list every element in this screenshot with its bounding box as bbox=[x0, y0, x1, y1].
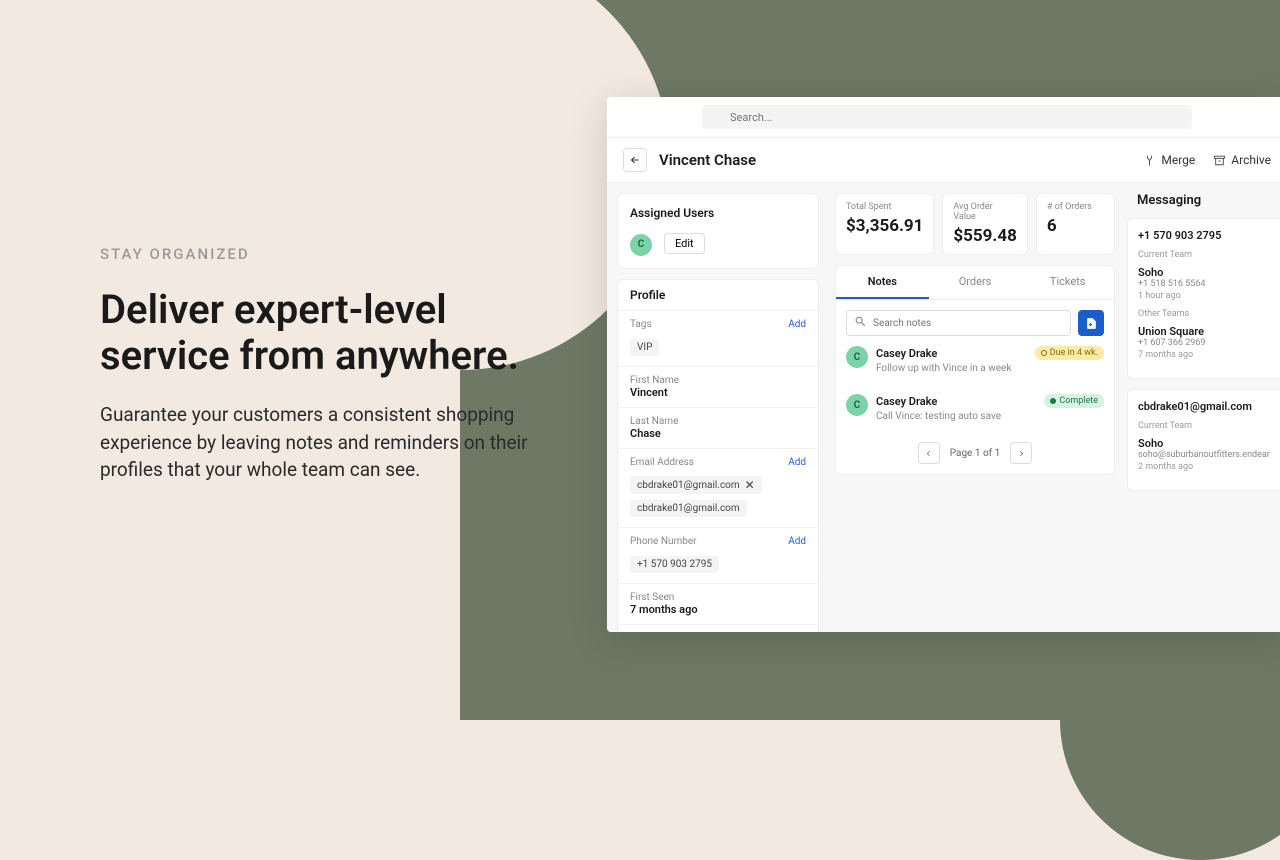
status-badge: Due in 4 wk. bbox=[1035, 346, 1104, 360]
eyebrow: STAY ORGANIZED bbox=[100, 245, 560, 263]
note-avatar: C bbox=[846, 346, 868, 368]
last-name-label: Last Name bbox=[630, 416, 806, 427]
archive-button[interactable]: Archive bbox=[1213, 153, 1271, 167]
phone-label: Phone Number bbox=[630, 536, 697, 547]
note-author: Casey Drake bbox=[876, 395, 937, 408]
stat-orders: # of Orders 6 bbox=[1036, 193, 1115, 255]
notes-search-input[interactable] bbox=[846, 310, 1071, 336]
messaging-email: cbdrake01@gmail.com bbox=[1138, 400, 1276, 413]
note-item[interactable]: C Casey Drake Due in 4 wk. Follow up wit… bbox=[836, 336, 1114, 384]
add-tag-link[interactable]: Add bbox=[788, 319, 806, 330]
note-author: Casey Drake bbox=[876, 347, 937, 360]
headline: Deliver expert-level service from anywhe… bbox=[100, 287, 560, 379]
messaging-phone-card: +1 570 903 2795 Current Team Soho +1 518… bbox=[1127, 218, 1280, 379]
subcopy: Guarantee your customers a consistent sh… bbox=[100, 401, 560, 484]
messaging-phone: +1 570 903 2795 bbox=[1138, 229, 1276, 242]
first-seen-value: 7 months ago bbox=[630, 603, 806, 616]
first-name-value: Vincent bbox=[630, 386, 806, 399]
first-name-label: First Name bbox=[630, 375, 806, 386]
add-email-link[interactable]: Add bbox=[788, 457, 806, 468]
stat-aov: Avg Order Value $559.48 bbox=[942, 193, 1027, 255]
note-text: Call Vince: testing auto save bbox=[876, 411, 1104, 422]
edit-assigned-button[interactable]: Edit bbox=[664, 233, 705, 254]
messaging-email-card: cbdrake01@gmail.com Current Team Soho so… bbox=[1127, 389, 1280, 491]
note-avatar: C bbox=[846, 394, 868, 416]
add-phone-link[interactable]: Add bbox=[788, 536, 806, 547]
app-window: Vincent Chase Merge Archive Assigned Use… bbox=[607, 97, 1280, 632]
assigned-user-avatar[interactable]: C bbox=[630, 234, 652, 256]
current-team-label: Current Team bbox=[1138, 421, 1276, 431]
email-label: Email Address bbox=[630, 457, 694, 468]
team-item[interactable]: Soho soho@suburbanoutfitters.endear 2 mo… bbox=[1138, 437, 1276, 472]
back-button[interactable] bbox=[623, 148, 647, 172]
assigned-users-title: Assigned Users bbox=[630, 206, 806, 220]
first-seen-label: First Seen bbox=[630, 592, 806, 603]
other-teams-label: Other Teams bbox=[1138, 309, 1276, 319]
profile-card: Profile Tags Add VIP First Name Vincent … bbox=[617, 279, 819, 633]
last-name-value: Chase bbox=[630, 427, 806, 440]
pager-text: Page 1 of 1 bbox=[950, 448, 1000, 459]
profile-title: Profile bbox=[630, 288, 806, 302]
email-chip[interactable]: cbdrake01@gmail.com✕ bbox=[630, 476, 762, 494]
tab-tickets[interactable]: Tickets bbox=[1021, 266, 1114, 299]
pager-next-button[interactable] bbox=[1010, 442, 1032, 464]
page-title: Vincent Chase bbox=[659, 151, 756, 169]
tab-orders[interactable]: Orders bbox=[929, 266, 1022, 299]
tag-chip[interactable]: VIP bbox=[630, 339, 659, 356]
merge-button[interactable]: Merge bbox=[1143, 153, 1195, 167]
tab-notes[interactable]: Notes bbox=[836, 266, 929, 299]
notes-card: Notes Orders Tickets C bbox=[835, 265, 1115, 475]
add-note-button[interactable] bbox=[1078, 310, 1104, 336]
email-chip[interactable]: cbdrake01@gmail.com bbox=[630, 500, 747, 517]
current-team-label: Current Team bbox=[1138, 250, 1276, 260]
stat-total-spent: Total Spent $3,356.91 bbox=[835, 193, 934, 255]
phone-chip[interactable]: +1 570 903 2795 bbox=[630, 556, 719, 573]
note-item[interactable]: C Casey Drake Complete Call Vince: testi… bbox=[836, 384, 1114, 432]
status-badge: Complete bbox=[1044, 394, 1104, 408]
pager-prev-button[interactable] bbox=[918, 442, 940, 464]
tags-label: Tags bbox=[630, 319, 652, 330]
note-text: Follow up with Vince in a week bbox=[876, 363, 1104, 374]
messaging-title: Messaging bbox=[1127, 193, 1280, 218]
search-icon bbox=[854, 315, 867, 328]
team-item[interactable]: Union Square +1 607 366 2969 7 months ag… bbox=[1138, 325, 1276, 360]
remove-email-icon[interactable]: ✕ bbox=[745, 479, 755, 491]
assigned-users-card: Assigned Users C Edit bbox=[617, 193, 819, 269]
team-item[interactable]: Soho +1 518 516 5564 1 hour ago bbox=[1138, 266, 1276, 301]
global-search-input[interactable] bbox=[702, 105, 1192, 129]
